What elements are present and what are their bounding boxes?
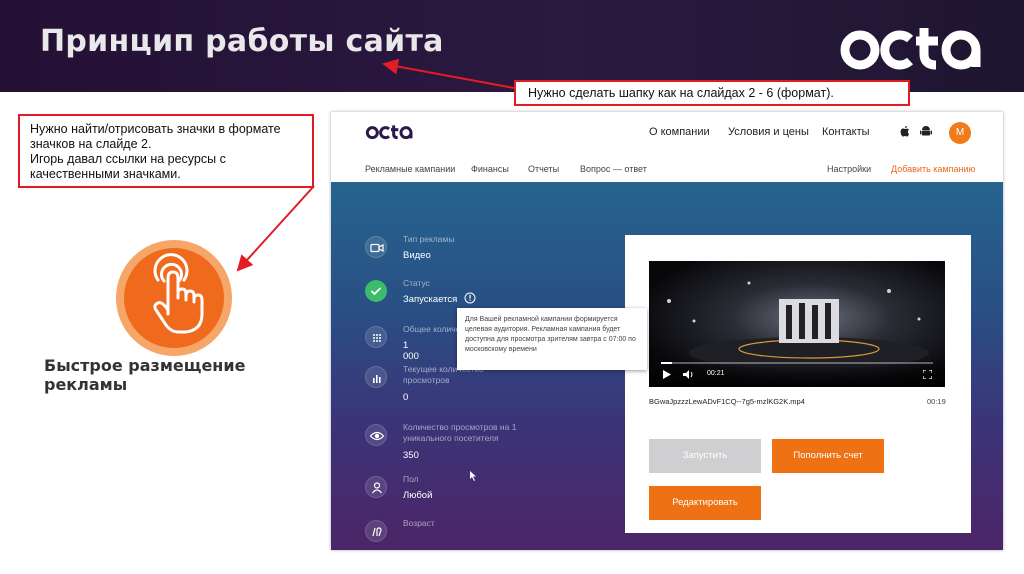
subnav-finance[interactable]: Финансы xyxy=(471,164,509,174)
person-icon xyxy=(365,476,387,498)
info-icon[interactable] xyxy=(464,292,476,304)
stat-label: Тип рекламы xyxy=(403,234,455,244)
slide-header: Принцип работы сайта xyxy=(0,0,1024,92)
video-camera-icon xyxy=(365,236,387,258)
tap-hand-icon xyxy=(153,253,204,334)
icons-note-line: качественными значками. xyxy=(30,167,181,181)
video-file-name: BGwaJpzzzLewADvF1CQ--7g5-mzlKG2K.mp4 xyxy=(649,397,805,406)
fullscreen-icon[interactable] xyxy=(923,370,932,379)
video-duration: 00:19 xyxy=(927,397,946,406)
stat-label: Количество просмотров на 1 уникального п… xyxy=(403,422,517,443)
video-current-time: 00:21 xyxy=(707,370,725,377)
stat-label: Пол xyxy=(403,474,419,484)
stat-value: 0 xyxy=(403,392,409,403)
apple-icon[interactable] xyxy=(898,124,912,138)
subnav-campaigns[interactable]: Рекламные кампании xyxy=(365,164,455,174)
video-progress-fill xyxy=(661,362,672,364)
arrow-to-icon xyxy=(236,185,315,272)
header-format-note-text: Нужно сделать шапку как на слайдах 2 - 6… xyxy=(528,86,834,100)
subnav-faq[interactable]: Вопрос — ответ xyxy=(580,164,647,174)
mouse-cursor-icon xyxy=(469,466,477,481)
age-icon xyxy=(365,520,387,542)
android-icon[interactable] xyxy=(919,124,933,138)
icons-note: Нужно найти/отрисовать значки в формате … xyxy=(18,114,314,188)
stat-label: Статус xyxy=(403,278,430,288)
stat-value: Видео xyxy=(403,250,431,261)
stat-value: 350 xyxy=(403,450,419,461)
status-tooltip: Для Вашей рекламной кампании формируется… xyxy=(457,308,647,370)
eye-icon xyxy=(365,424,387,446)
feature-icon-circle xyxy=(116,240,232,356)
nav-contacts[interactable]: Контакты xyxy=(822,126,870,138)
feature-caption: Быстрое размещение рекламы xyxy=(44,356,246,394)
check-icon xyxy=(365,280,387,302)
start-button[interactable]: Запустить xyxy=(649,439,761,473)
icons-note-line: Игорь давал ссылки на ресурсы с xyxy=(30,152,226,166)
header-format-note: Нужно сделать шапку как на слайдах 2 - 6… xyxy=(514,80,910,106)
stat-value: Запускается xyxy=(403,294,458,305)
stat-value: 1 000 xyxy=(403,340,419,362)
volume-icon[interactable] xyxy=(683,370,695,379)
site-mockup: О компании Условия и цены Контакты М Рек… xyxy=(331,112,1003,550)
video-card: 00:21 BGwaJpzzzLewADvF1CQ--7g5-mzlKG2K.m… xyxy=(625,235,971,533)
grid-icon xyxy=(365,326,387,348)
nav-pricing[interactable]: Условия и цены xyxy=(728,126,809,138)
octa-logo xyxy=(840,28,981,70)
video-player[interactable]: 00:21 xyxy=(649,261,945,387)
campaign-panel: Тип рекламы Видео Статус Запускается Общ… xyxy=(331,182,1003,550)
subnav-reports[interactable]: Отчеты xyxy=(528,164,559,174)
avatar[interactable]: М xyxy=(949,122,971,144)
icons-note-line: Нужно найти/отрисовать значки в формате xyxy=(30,122,281,136)
stat-value: Любой xyxy=(403,490,433,501)
video-progress[interactable] xyxy=(661,362,933,364)
stat-label: Возраст xyxy=(403,518,435,528)
bar-chart-icon xyxy=(365,366,387,388)
add-campaign-link[interactable]: Добавить кампанию xyxy=(891,164,975,174)
icons-note-line: значков на слайде 2. xyxy=(30,137,152,151)
mockup-logo[interactable] xyxy=(365,122,415,142)
nav-about[interactable]: О компании xyxy=(649,126,710,138)
slide-title: Принцип работы сайта xyxy=(40,24,444,59)
edit-button[interactable]: Редактировать xyxy=(649,486,761,520)
topup-button[interactable]: Пополнить счет xyxy=(772,439,884,473)
subnav-settings[interactable]: Настройки xyxy=(827,164,871,174)
play-icon[interactable] xyxy=(663,370,671,379)
